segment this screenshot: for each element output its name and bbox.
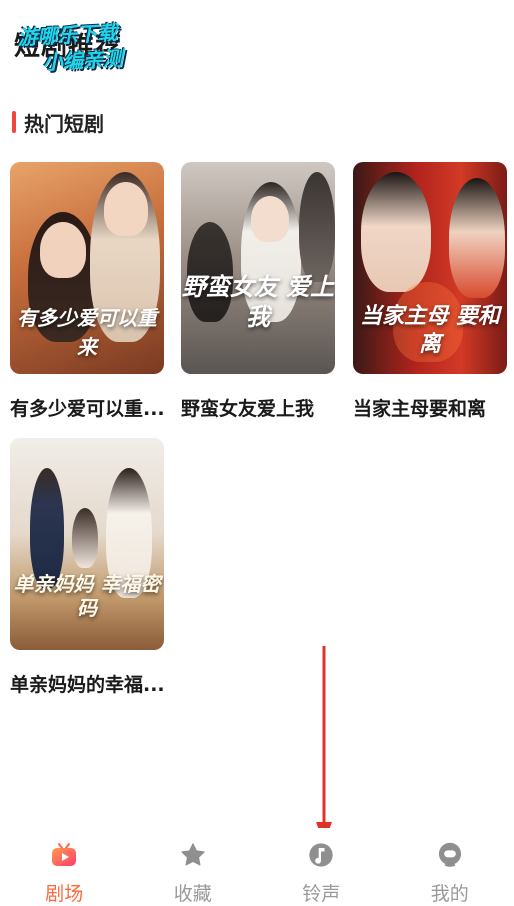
poster-title-art: 有多少爱可以重来 — [17, 306, 157, 359]
poster-title-art: 当家主母 要和离 — [360, 303, 500, 357]
app-header: 短剧推荐 游哪乐下载 小编亲测 — [8, 12, 168, 74]
drama-card[interactable]: 有多少爱可以重来 有多少爱可以重... — [10, 162, 166, 421]
tab-label: 收藏 — [173, 883, 212, 905]
bottom-tab-bar: 剧场 收藏 铃声 我的 — [0, 828, 514, 906]
section-header: 热门短剧 — [12, 108, 104, 136]
tab-label: 我的 — [430, 883, 469, 905]
tab-label: 剧场 — [45, 883, 84, 905]
drama-poster[interactable]: 当家主母 要和离 — [353, 162, 507, 374]
annotation-arrow — [316, 646, 332, 844]
poster-title-art: 单亲妈妈 幸福密码 — [13, 572, 161, 620]
tab-ringtone[interactable]: 铃声 — [257, 828, 386, 906]
poster-title-art: 野蛮女友 爱上我 — [181, 272, 335, 331]
drama-title[interactable]: 当家主母要和离 — [353, 394, 509, 421]
section-title: 热门短剧 — [24, 111, 104, 136]
profile-icon — [435, 840, 465, 869]
drama-poster[interactable]: 野蛮女友 爱上我 — [181, 162, 335, 374]
drama-poster[interactable]: 单亲妈妈 幸福密码 — [10, 438, 164, 650]
drama-card[interactable]: 当家主母 要和离 当家主母要和离 — [353, 162, 509, 421]
drama-card[interactable]: 单亲妈妈 幸福密码 单亲妈妈的幸福... — [10, 438, 166, 697]
watermark-logo: 游哪乐下载 小编亲测 — [11, 12, 164, 80]
tab-label: 铃声 — [302, 883, 341, 905]
tab-favorites[interactable]: 收藏 — [129, 828, 258, 906]
drama-card[interactable]: 野蛮女友 爱上我 野蛮女友爱上我 — [181, 162, 337, 421]
star-icon — [178, 840, 208, 869]
ringtone-icon — [306, 840, 336, 869]
watermark-line2: 小编亲测 — [42, 46, 124, 75]
tab-theater[interactable]: 剧场 — [0, 828, 129, 906]
drama-title[interactable]: 有多少爱可以重... — [10, 394, 166, 421]
drama-title[interactable]: 单亲妈妈的幸福... — [10, 670, 166, 697]
tab-profile[interactable]: 我的 — [386, 828, 514, 906]
drama-title[interactable]: 野蛮女友爱上我 — [181, 394, 337, 421]
drama-poster[interactable]: 有多少爱可以重来 — [10, 162, 164, 374]
theater-icon — [49, 840, 79, 869]
section-accent-bar — [12, 111, 16, 133]
